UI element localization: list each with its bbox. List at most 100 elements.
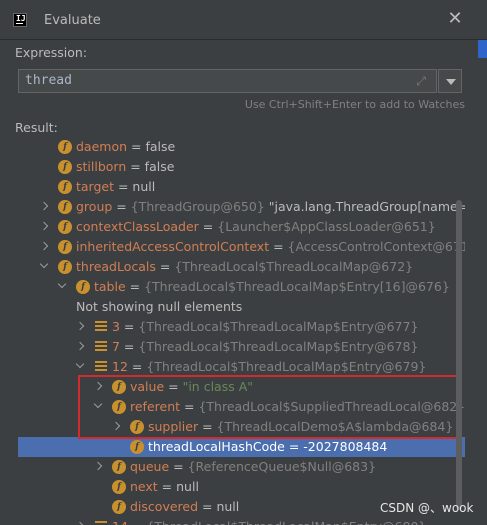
- tree-row-rest: =: [127, 359, 147, 374]
- tree-row[interactable]: f contextClassLoader = {Launcher$AppClass…: [18, 217, 465, 237]
- expand-arrow-icon[interactable]: [75, 321, 85, 331]
- tree-row[interactable]: 14 = {ThreadLocal$ThreadLocalMap$Entry@6…: [18, 517, 465, 525]
- watermark: CSDN @、wook: [380, 501, 474, 515]
- field-icon: f: [58, 240, 72, 254]
- tree-row[interactable]: f threadLocalHashCode = -2027808484: [18, 437, 465, 457]
- collapse-arrow-icon[interactable]: [39, 259, 49, 269]
- field-icon: f: [112, 500, 126, 514]
- tree-row[interactable]: Not showing null elements: [18, 297, 465, 317]
- expression-history-dropdown[interactable]: [438, 69, 462, 93]
- tree-row-name: queue: [130, 459, 170, 474]
- tree-row-name: inheritedAccessControlContext: [76, 239, 270, 254]
- tree-row[interactable]: f target = null: [18, 177, 465, 197]
- tree-row[interactable]: 3 = {ThreadLocal$ThreadLocalMap$Entry@67…: [18, 317, 465, 337]
- title-bar: IJ Evaluate ✕: [0, 0, 487, 40]
- tree-row-rest: =: [155, 259, 175, 274]
- array-element-icon: [95, 321, 107, 333]
- tree-row[interactable]: 12 = {ThreadLocal$ThreadLocalMap$Entry@6…: [18, 357, 465, 377]
- vertical-scrollbar[interactable]: [456, 200, 462, 510]
- tree-row-ref: {AccessControlContext@671}: [287, 239, 465, 254]
- tree-row-name: 3: [112, 319, 120, 334]
- tree-row-text: target = null: [76, 179, 155, 194]
- tree-row-text: daemon = false: [76, 139, 175, 154]
- tree-row-rest: =: [119, 319, 139, 334]
- tree-row-text: stillborn = false: [76, 159, 174, 174]
- tree-row-text: contextClassLoader = {Launcher$AppClassL…: [76, 219, 436, 234]
- tree-row-ref: {ThreadLocal$ThreadLocalMap$Entry@677}: [138, 319, 419, 334]
- tree-row-ref: {ThreadLocal$ThreadLocalMap$Entry@678}: [138, 339, 419, 354]
- tree-row-rest: =: [125, 279, 145, 294]
- expand-editor-icon[interactable]: ⤢: [414, 73, 428, 89]
- tree-row-name: daemon: [76, 139, 128, 154]
- tree-row-rest: =: [128, 519, 146, 525]
- tree-row-text: next = null: [130, 479, 199, 494]
- collapse-arrow-icon[interactable]: [57, 279, 67, 289]
- tree-row-text: inheritedAccessControlContext = {AccessC…: [76, 239, 465, 254]
- tree-row-rest: = false: [126, 159, 175, 174]
- tree-row-rest: = -2027808484: [284, 439, 388, 454]
- field-icon: f: [58, 220, 72, 234]
- close-icon[interactable]: ✕: [446, 10, 464, 28]
- expand-arrow-icon[interactable]: [39, 201, 49, 211]
- tree-row-text: table = {ThreadLocal$ThreadLocalMap$Entr…: [94, 279, 450, 294]
- tree-row[interactable]: f daemon = false: [18, 137, 465, 157]
- tree-row-text: threadLocalHashCode = -2027808484: [148, 439, 387, 454]
- tree-row-rest: = null: [114, 179, 156, 194]
- tree-row[interactable]: f table = {ThreadLocal$ThreadLocalMap$Ent…: [18, 277, 465, 297]
- tree-row-rest: =: [112, 199, 131, 214]
- field-icon: f: [58, 200, 72, 214]
- field-icon: f: [130, 440, 144, 454]
- tree-row-text: threadLocals = {ThreadLocal$ThreadLocalM…: [76, 259, 413, 274]
- tree-row-ref: {ReferenceQueue$Null@683}: [187, 459, 377, 474]
- expression-value[interactable]: thread: [25, 73, 72, 88]
- tree-row-ref: {ThreadLocal$ThreadLocalMap$Entry@680}: [146, 519, 426, 525]
- window-title: Evaluate: [44, 13, 101, 28]
- result-tree[interactable]: f daemon = false f stillborn = false f target…: [18, 135, 465, 525]
- expand-arrow-icon[interactable]: [39, 241, 49, 251]
- tree-row-name: threadLocalHashCode: [148, 439, 285, 454]
- tree-row[interactable]: f inheritedAccessControlContext = {Access…: [18, 237, 465, 257]
- tree-row-rest: =: [169, 459, 188, 474]
- expand-arrow-icon[interactable]: [75, 341, 85, 351]
- expression-input[interactable]: thread ⤢: [18, 69, 437, 93]
- tree-row-rest: Not showing null elements: [76, 299, 243, 314]
- tree-row-ref: {ThreadLocal$ThreadLocalMap$Entry@679}: [146, 359, 427, 374]
- intellij-logo-icon: IJ: [13, 13, 27, 27]
- result-label: Result:: [15, 120, 58, 135]
- tree-row-text: 3 = {ThreadLocal$ThreadLocalMap$Entry@67…: [112, 319, 418, 334]
- tree-row-name: 14: [112, 519, 128, 525]
- tree-row-text: discovered = null: [130, 499, 239, 514]
- collapse-arrow-icon[interactable]: [75, 359, 85, 369]
- tree-row-name: next: [130, 479, 158, 494]
- tree-row-text: queue = {ReferenceQueue$Null@683}: [130, 459, 376, 474]
- tree-row-name: threadLocals: [76, 259, 156, 274]
- tree-row-text: 14 = {ThreadLocal$ThreadLocalMap$Entry@6…: [112, 519, 426, 525]
- tree-row-rest: = null: [157, 479, 199, 494]
- tree-row-name: 7: [112, 339, 120, 354]
- field-icon: f: [112, 480, 126, 494]
- tree-row[interactable]: f next = null: [18, 477, 465, 497]
- tree-row-tail: "java.lang.ThreadGroup[name=main: [268, 199, 465, 214]
- highlight-frame: [78, 375, 458, 439]
- tree-row-name: table: [94, 279, 126, 294]
- field-icon: f: [58, 180, 72, 194]
- tree-row-name: group: [76, 199, 113, 214]
- expand-arrow-icon[interactable]: [39, 221, 49, 231]
- array-element-icon: [95, 341, 107, 353]
- expand-arrow-icon[interactable]: [93, 461, 103, 471]
- tree-row[interactable]: f queue = {ReferenceQueue$Null@683}: [18, 457, 465, 477]
- tree-row[interactable]: 7 = {ThreadLocal$ThreadLocalMap$Entry@67…: [18, 337, 465, 357]
- tree-row-ref: {Launcher$AppClassLoader@651}: [217, 219, 436, 234]
- chevron-down-icon: [446, 79, 456, 85]
- expression-label: Expression:: [15, 45, 88, 60]
- tree-row[interactable]: f stillborn = false: [18, 157, 465, 177]
- tree-row[interactable]: f group = {ThreadGroup@650} "java.lang.Th…: [18, 197, 465, 217]
- array-element-icon: [95, 521, 107, 525]
- tree-row-rest: = null: [198, 499, 240, 514]
- field-icon: f: [58, 140, 72, 154]
- tree-row[interactable]: f threadLocals = {ThreadLocal$ThreadLocal…: [18, 257, 465, 277]
- tree-row-text: group = {ThreadGroup@650} "java.lang.Thr…: [76, 199, 465, 214]
- tree-row-ref: {ThreadLocal$ThreadLocalMap@672}: [174, 259, 414, 274]
- tree-row-rest: = false: [127, 139, 176, 154]
- tree-row-rest: =: [269, 239, 288, 254]
